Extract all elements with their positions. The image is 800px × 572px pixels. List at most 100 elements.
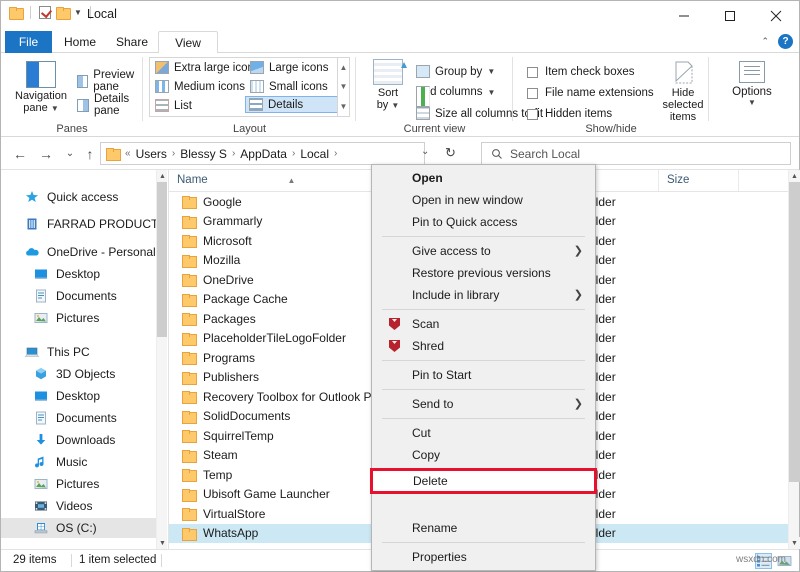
forward-button[interactable]: → [35,143,57,164]
status-divider [71,554,72,567]
chevron-down-icon[interactable]: ▼ [487,67,495,76]
help-icon[interactable]: ? [778,34,793,49]
breadcrumb-item-users[interactable]: Users [134,147,169,161]
sidebar-item-pictures-pc[interactable]: Pictures [1,474,167,494]
file-name-extensions-checkbox[interactable]: File name extensions [527,87,654,99]
chevron-down-icon[interactable]: ▼ [391,101,399,110]
search-input[interactable]: Search Local [481,142,791,165]
column-label: Name [177,174,208,186]
checkbox-icon[interactable] [527,108,538,120]
properties-icon[interactable] [39,6,51,19]
tab-view[interactable]: View [158,31,218,54]
hide-selected-items-button[interactable]: Hide selected items [655,59,711,123]
close-button[interactable] [753,1,799,31]
sidebar-item-videos[interactable]: Videos [1,496,167,516]
refresh-icon[interactable]: ↻ [445,145,456,161]
chevron-right-icon[interactable]: › [171,148,176,159]
chevron-down-icon[interactable]: ▼ [725,98,779,107]
layout-small-icons[interactable]: Small icons [247,79,331,94]
tab-share[interactable]: Share [106,31,158,53]
sidebar-scrollbar[interactable]: ▲ ▼ [156,170,167,549]
sort-by-button[interactable]: Sort by ▼ [364,59,412,112]
chevron-right-icon[interactable]: › [231,148,236,159]
gallery-expand-icon[interactable]: ▼ [340,102,348,111]
scroll-up-icon[interactable]: ▲ [340,63,348,72]
add-columns-button[interactable]: Add columns ▼ [416,86,495,107]
context-menu-item-properties[interactable]: Properties [372,546,595,568]
context-menu-item-open-in-new-window[interactable]: Open in new window [372,189,595,211]
context-menu-item-copy[interactable]: Copy [372,444,595,466]
sidebar-item-documents-pc[interactable]: Documents [1,408,167,428]
breadcrumb-item-local[interactable]: Local [298,147,331,161]
sidebar-item-downloads[interactable]: Downloads [1,430,167,450]
sidebar-item-desktop-pc[interactable]: Desktop [1,386,167,406]
scroll-down-icon[interactable]: ▼ [789,537,800,549]
context-menu-item-give-access-to[interactable]: Give access to ❯ [372,240,595,262]
context-menu-item-include-in-library[interactable]: Include in library ❯ [372,284,595,306]
sidebar-item-documents-onedrive[interactable]: Documents [1,286,167,306]
context-menu-item-open[interactable]: Open [372,167,595,189]
column-header-size[interactable]: Size [659,170,739,191]
layout-details[interactable]: Details [245,96,341,113]
back-button[interactable]: ← [9,143,31,164]
layout-list[interactable]: List [152,98,195,113]
chevron-up-icon[interactable]: ⌃ [761,36,769,47]
checkbox-icon[interactable] [527,87,538,99]
context-menu-item-pin-to-start[interactable]: Pin to Start [372,364,595,386]
recent-locations-button[interactable]: ⌄ [59,143,81,164]
scrollbar-thumb[interactable] [789,182,800,482]
sidebar-item-music[interactable]: Music [1,452,167,472]
chevron-right-icon[interactable]: › [291,148,296,159]
documents-icon [33,288,49,304]
context-menu-item-restore-previous-versions[interactable]: Restore previous versions [372,262,595,284]
breadcrumb-overflow[interactable]: « [124,148,132,159]
up-button[interactable]: ↑ [79,143,101,164]
sidebar-item-quick-access[interactable]: Quick access [1,187,167,207]
context-menu-item-pin-to-quick-access[interactable]: Pin to Quick access [372,211,595,233]
scroll-down-icon[interactable]: ▼ [340,82,348,91]
scrollbar-thumb[interactable] [157,182,167,337]
chevron-down-icon[interactable]: ▼ [487,88,495,97]
scroll-down-icon[interactable]: ▼ [157,537,167,549]
new-folder-icon[interactable] [56,7,71,20]
address-dropdown-icon[interactable]: ⌄ [421,146,429,157]
item-check-boxes-checkbox[interactable]: Item check boxes [527,66,634,78]
context-menu-item-cut[interactable]: Cut [372,422,595,444]
tab-home[interactable]: Home [54,31,106,53]
context-menu-item-shred[interactable]: Shred [372,335,595,357]
sidebar-item-pictures-onedrive[interactable]: Pictures [1,308,167,328]
hidden-items-checkbox[interactable]: Hidden items [527,108,612,120]
sidebar-item-desktop-onedrive[interactable]: Desktop [1,264,167,284]
chevron-right-icon[interactable]: › [333,148,338,159]
context-menu-item-rename[interactable]: Rename [372,517,595,539]
layout-medium-icons[interactable]: Medium icons [152,79,248,94]
minimize-button[interactable] [661,1,707,31]
context-menu-item-delete-label[interactable]: Delete [413,471,448,491]
sidebar-item-farrad-production[interactable]: FARRAD PRODUCTION [1,214,167,234]
breadcrumb-item-appdata[interactable]: AppData [238,147,289,161]
preview-pane-button[interactable]: Preview pane [77,69,143,93]
group-by-button[interactable]: Group by ▼ [416,65,495,78]
chevron-down-icon[interactable]: ▼ [51,104,59,113]
details-pane-button[interactable]: Details pane [77,93,143,117]
tab-file[interactable]: File [5,31,52,53]
context-menu-item-scan[interactable]: Scan [372,313,595,335]
layout-gallery-scrollbar[interactable]: ▲ ▼ ▼ [337,57,350,117]
sidebar-item-os-c[interactable]: OS (C:) [1,518,167,538]
sidebar-item-onedrive-personal[interactable]: OneDrive - Personal [1,242,167,262]
folder-icon[interactable] [9,7,24,20]
scroll-up-icon[interactable]: ▲ [789,170,800,182]
options-button[interactable]: Options ▼ [725,61,779,107]
navigation-pane-button[interactable]: Navigation pane ▼ [11,61,71,115]
layout-large-icons[interactable]: Large icons [247,60,331,75]
maximize-button[interactable] [707,1,753,31]
chevron-down-icon[interactable]: ▼ [74,8,82,17]
breadcrumb[interactable]: « Users › Blessy S › AppData › Local › [100,142,425,165]
checkbox-icon[interactable] [527,66,538,78]
sidebar-item-3d-objects[interactable]: 3D Objects [1,364,167,384]
scroll-up-icon[interactable]: ▲ [157,170,167,182]
context-menu-item-send-to[interactable]: Send to ❯ [372,393,595,415]
sidebar-item-this-pc[interactable]: This PC [1,342,167,362]
file-list-scrollbar[interactable]: ▲ ▼ [788,170,800,549]
breadcrumb-item-blessy-s[interactable]: Blessy S [178,147,229,161]
